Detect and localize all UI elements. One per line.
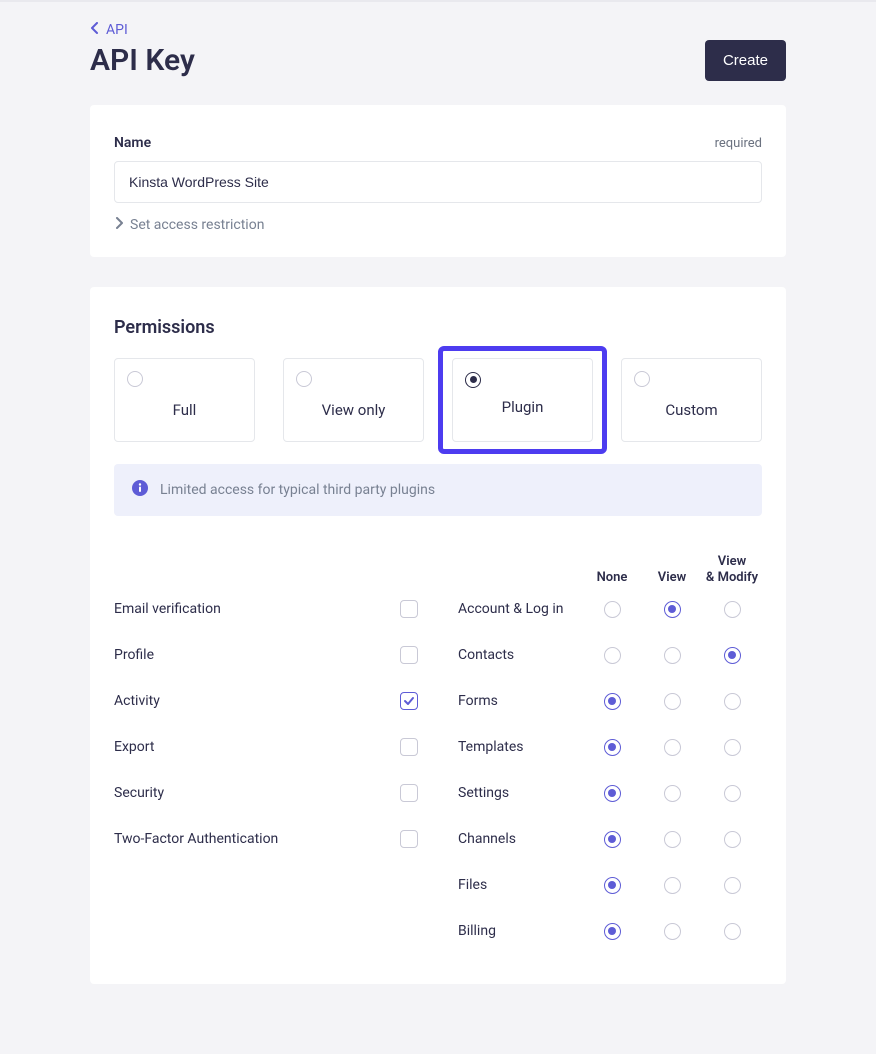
- radio-icon: [634, 371, 650, 387]
- permission-option-label: View only: [296, 401, 411, 419]
- checkbox[interactable]: [400, 738, 418, 756]
- checkbox-permissions: Email verification Profile Activity Export S…: [114, 540, 418, 954]
- radio[interactable]: [724, 831, 741, 848]
- checkbox-row: Two-Factor Authentication: [114, 816, 418, 862]
- radio[interactable]: [604, 693, 621, 710]
- permission-option-custom[interactable]: Custom: [621, 358, 762, 442]
- radio[interactable]: [664, 785, 681, 802]
- permission-label: Two-Factor Authentication: [114, 831, 278, 847]
- checkbox-row: Activity: [114, 678, 418, 724]
- radio[interactable]: [724, 923, 741, 940]
- permission-label: Templates: [458, 739, 582, 755]
- permissions-card: Permissions Full View only Plugin Custom Li…: [90, 287, 786, 984]
- name-card: Name required Set access restriction: [90, 105, 786, 257]
- radio-permissions: None View View & Modify Account & Log in…: [458, 540, 762, 954]
- radio-icon: [465, 372, 481, 388]
- breadcrumb-back[interactable]: API: [90, 22, 786, 38]
- permission-level-options: Full View only Plugin Custom: [114, 358, 762, 442]
- name-required: required: [715, 136, 762, 151]
- radio[interactable]: [664, 877, 681, 894]
- permission-label: Security: [114, 785, 164, 801]
- radio[interactable]: [604, 831, 621, 848]
- radio-row: Settings: [458, 770, 762, 816]
- checkbox[interactable]: [400, 830, 418, 848]
- checkbox[interactable]: [400, 600, 418, 618]
- col-view-modify: View & Modify: [702, 554, 762, 587]
- col-view: View: [642, 570, 702, 586]
- permissions-title: Permissions: [114, 317, 762, 338]
- radio[interactable]: [724, 693, 741, 710]
- permission-label: Settings: [458, 785, 582, 801]
- create-button[interactable]: Create: [705, 40, 786, 81]
- permission-option-view-only[interactable]: View only: [283, 358, 424, 442]
- permission-label: Account & Log in: [458, 601, 582, 617]
- permission-label: Activity: [114, 693, 160, 709]
- info-text: Limited access for typical third party p…: [160, 482, 435, 498]
- radio[interactable]: [724, 647, 741, 664]
- permission-label: Profile: [114, 647, 154, 663]
- checkbox-row: Email verification: [114, 586, 418, 632]
- info-icon: [132, 480, 148, 500]
- radio[interactable]: [664, 831, 681, 848]
- radio-row: Templates: [458, 724, 762, 770]
- permission-option-label: Plugin: [465, 398, 580, 416]
- name-input[interactable]: [114, 161, 762, 203]
- permission-option-full[interactable]: Full: [114, 358, 255, 442]
- permission-label: Forms: [458, 693, 582, 709]
- checkbox[interactable]: [400, 784, 418, 802]
- page-title: API Key: [90, 43, 195, 78]
- radio-row: Account & Log in: [458, 586, 762, 632]
- permission-label: Files: [458, 877, 582, 893]
- radio[interactable]: [664, 647, 681, 664]
- radio[interactable]: [604, 785, 621, 802]
- col-none: None: [582, 570, 642, 586]
- radio[interactable]: [724, 785, 741, 802]
- radio[interactable]: [604, 647, 621, 664]
- checkbox-row: Profile: [114, 632, 418, 678]
- radio[interactable]: [604, 601, 621, 618]
- checkbox[interactable]: [400, 692, 418, 710]
- access-restriction-toggle[interactable]: Set access restriction: [114, 217, 762, 233]
- info-banner: Limited access for typical third party p…: [114, 464, 762, 516]
- radio-icon: [296, 371, 312, 387]
- permission-label: Contacts: [458, 647, 582, 663]
- checkbox-row: Security: [114, 770, 418, 816]
- radio[interactable]: [604, 739, 621, 756]
- radio-row: Forms: [458, 678, 762, 724]
- permission-option-label: Full: [127, 401, 242, 419]
- chevron-right-icon: [114, 217, 124, 233]
- permission-label: Billing: [458, 923, 582, 939]
- radio[interactable]: [724, 601, 741, 618]
- radio[interactable]: [664, 739, 681, 756]
- radio[interactable]: [664, 601, 681, 618]
- radio-row: Contacts: [458, 632, 762, 678]
- radio[interactable]: [724, 739, 741, 756]
- radio-icon: [127, 371, 143, 387]
- radio[interactable]: [604, 923, 621, 940]
- permission-label: Email verification: [114, 601, 221, 617]
- permission-label: Channels: [458, 831, 582, 847]
- radio[interactable]: [664, 693, 681, 710]
- radio[interactable]: [664, 923, 681, 940]
- chevron-left-icon: [90, 22, 100, 38]
- radio-row: Channels: [458, 816, 762, 862]
- access-restriction-label: Set access restriction: [130, 217, 264, 233]
- radio[interactable]: [604, 877, 621, 894]
- checkbox[interactable]: [400, 646, 418, 664]
- permission-option-plugin[interactable]: Plugin: [452, 358, 593, 442]
- permission-label: Export: [114, 739, 154, 755]
- breadcrumb-label: API: [106, 22, 128, 38]
- radio-row: Billing: [458, 908, 762, 954]
- checkbox-row: Export: [114, 724, 418, 770]
- radio[interactable]: [724, 877, 741, 894]
- radio-row: Files: [458, 862, 762, 908]
- name-label: Name: [114, 135, 151, 151]
- permission-option-label: Custom: [634, 401, 749, 419]
